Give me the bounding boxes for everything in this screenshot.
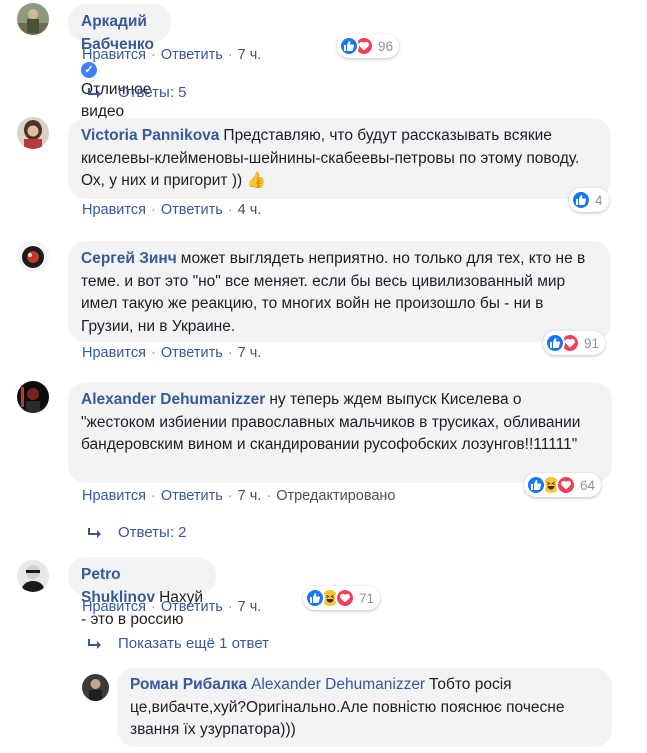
like-reaction-icon [305,588,325,608]
comment-bubble: Сергей Зинч может выглядеть неприятно. но… [68,241,611,342]
comment-actions: Нравится · Ответить · 7 ч. [82,599,262,615]
author-name[interactable]: Сергей Зинч [81,250,177,267]
like-link[interactable]: Нравится [82,202,146,218]
avatar[interactable] [82,674,109,701]
reply-arrow-icon [88,638,101,649]
reactions-summary[interactable]: 91 [543,331,606,355]
author-name[interactable]: Alexander Dehumanizzer [81,391,265,408]
comment-actions: Нравится · Ответить · 7 ч. [82,345,262,361]
author-name[interactable]: Роман Рибалка [130,676,247,693]
like-link[interactable]: Нравится [82,47,146,63]
timestamp[interactable]: 7 ч. [238,345,262,361]
reply-link[interactable]: Ответить [161,488,223,504]
comment-bubble: Alexander Dehumanizzer ну теперь ждем вып… [68,382,612,483]
reply-link[interactable]: Ответить [161,47,223,63]
reply-link[interactable]: Ответить [161,345,223,361]
avatar[interactable] [17,560,49,592]
timestamp[interactable]: 4 ч. [238,202,262,218]
replies-count: Ответы: 2 [118,524,187,541]
edited-label[interactable]: Отредактировано [276,488,395,504]
reaction-count: 91 [584,335,600,351]
like-reaction-icon [526,475,546,495]
timestamp[interactable]: 7 ч. [238,599,262,615]
comment-bubble: Аркадий Бабченко✓Отличное видео [68,4,171,120]
comment-bubble: Роман Рибалка Alexander Dehumanizzer Тобто… [117,668,612,747]
verified-badge-icon: ✓ [81,62,97,78]
reply-link[interactable]: Ответить [161,202,223,218]
like-reaction-icon [339,36,359,56]
like-link[interactable]: Нравится [82,345,146,361]
author-name[interactable]: Victoria Pannikova [81,127,219,144]
love-reaction-icon [556,475,576,495]
reaction-count: 4 [595,192,603,208]
reactions-summary[interactable]: 71 [303,586,381,610]
reactions-summary[interactable]: 96 [337,34,400,58]
like-link[interactable]: Нравится [82,488,146,504]
timestamp[interactable]: 7 ч. [238,47,262,63]
replies-count: Ответы: 5 [118,84,187,101]
reply-link[interactable]: Ответить [161,599,223,615]
avatar[interactable] [17,117,49,149]
avatar[interactable] [17,240,49,272]
love-reaction-icon [335,588,355,608]
timestamp[interactable]: 7 ч. [238,488,262,504]
avatar[interactable] [17,3,49,35]
view-replies-link[interactable]: Ответы: 2 [88,524,187,541]
reactions-summary[interactable]: 4 [569,188,609,212]
reaction-count: 96 [378,38,394,54]
like-link[interactable]: Нравится [82,599,146,615]
comment-actions: Нравится · Ответить · 4 ч. [82,202,262,218]
reply-arrow-icon [88,527,101,538]
reaction-count: 71 [359,590,375,606]
avatar[interactable] [17,381,49,413]
comment-bubble: Victoria Pannikova Представляю, что будут… [68,118,611,199]
thumbs-up-emoji: 👍 [246,172,266,189]
comment-bubble: Petro Shuklinov Нахуй - это в россию [68,557,217,628]
show-more-replies-link[interactable]: Показать ещё 1 ответ [88,635,269,652]
like-reaction-icon [571,190,591,210]
reply-arrow-icon [88,87,101,98]
mentioned-user[interactable]: Alexander Dehumanizzer [251,676,425,693]
comment-actions: Нравится · Ответить · 7 ч. · Отредактировано [82,488,396,504]
like-reaction-icon [545,333,565,353]
view-replies-link[interactable]: Ответы: 5 [88,84,187,101]
reaction-count: 64 [580,477,596,493]
reactions-summary[interactable]: 64 [524,473,602,497]
show-more-label: Показать ещё 1 ответ [118,635,270,652]
comment-actions: Нравится · Ответить · 7 ч. [82,47,262,63]
